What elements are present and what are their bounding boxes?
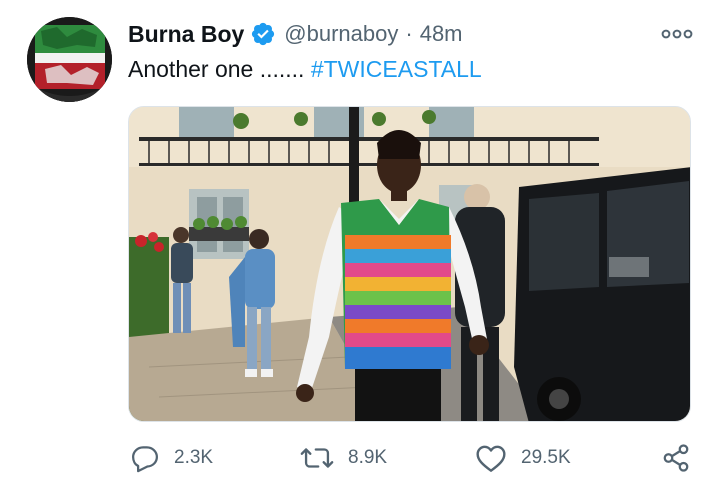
avatar[interactable] <box>27 17 112 102</box>
share-icon <box>663 444 689 472</box>
like-button[interactable]: 29.5K <box>475 440 571 476</box>
reply-button[interactable]: 2.3K <box>130 440 213 476</box>
reply-icon <box>132 446 158 473</box>
tweet-text-body: Another one ....... <box>128 56 305 82</box>
separator-dot: · <box>405 21 413 46</box>
tweet-media[interactable] <box>128 106 691 422</box>
tweet-actions: 2.3K 8.9K 29.5K <box>130 440 695 476</box>
display-name[interactable]: Burna Boy <box>128 21 244 48</box>
retweet-button[interactable]: 8.9K <box>300 440 387 476</box>
retweet-icon <box>300 448 334 468</box>
tweet-text: Another one ....... #TWICEASTALL <box>128 56 482 83</box>
hashtag-link[interactable]: #TWICEASTALL <box>311 56 482 82</box>
retweet-count: 8.9K <box>348 447 388 468</box>
share-button[interactable] <box>661 440 691 476</box>
reply-count: 2.3K <box>174 447 214 468</box>
timestamp[interactable]: 48m <box>420 21 463 47</box>
verified-badge-icon <box>250 21 276 47</box>
more-horizontal-icon <box>661 29 693 39</box>
tweet-photo <box>129 107 690 421</box>
avatar-image <box>27 17 112 102</box>
like-count: 29.5K <box>521 447 571 468</box>
more-button[interactable] <box>660 24 694 44</box>
heart-icon <box>476 445 506 472</box>
tweet-header: Burna Boy @burnaboy · 48m <box>128 18 463 50</box>
handle[interactable]: @burnaboy <box>284 21 398 47</box>
